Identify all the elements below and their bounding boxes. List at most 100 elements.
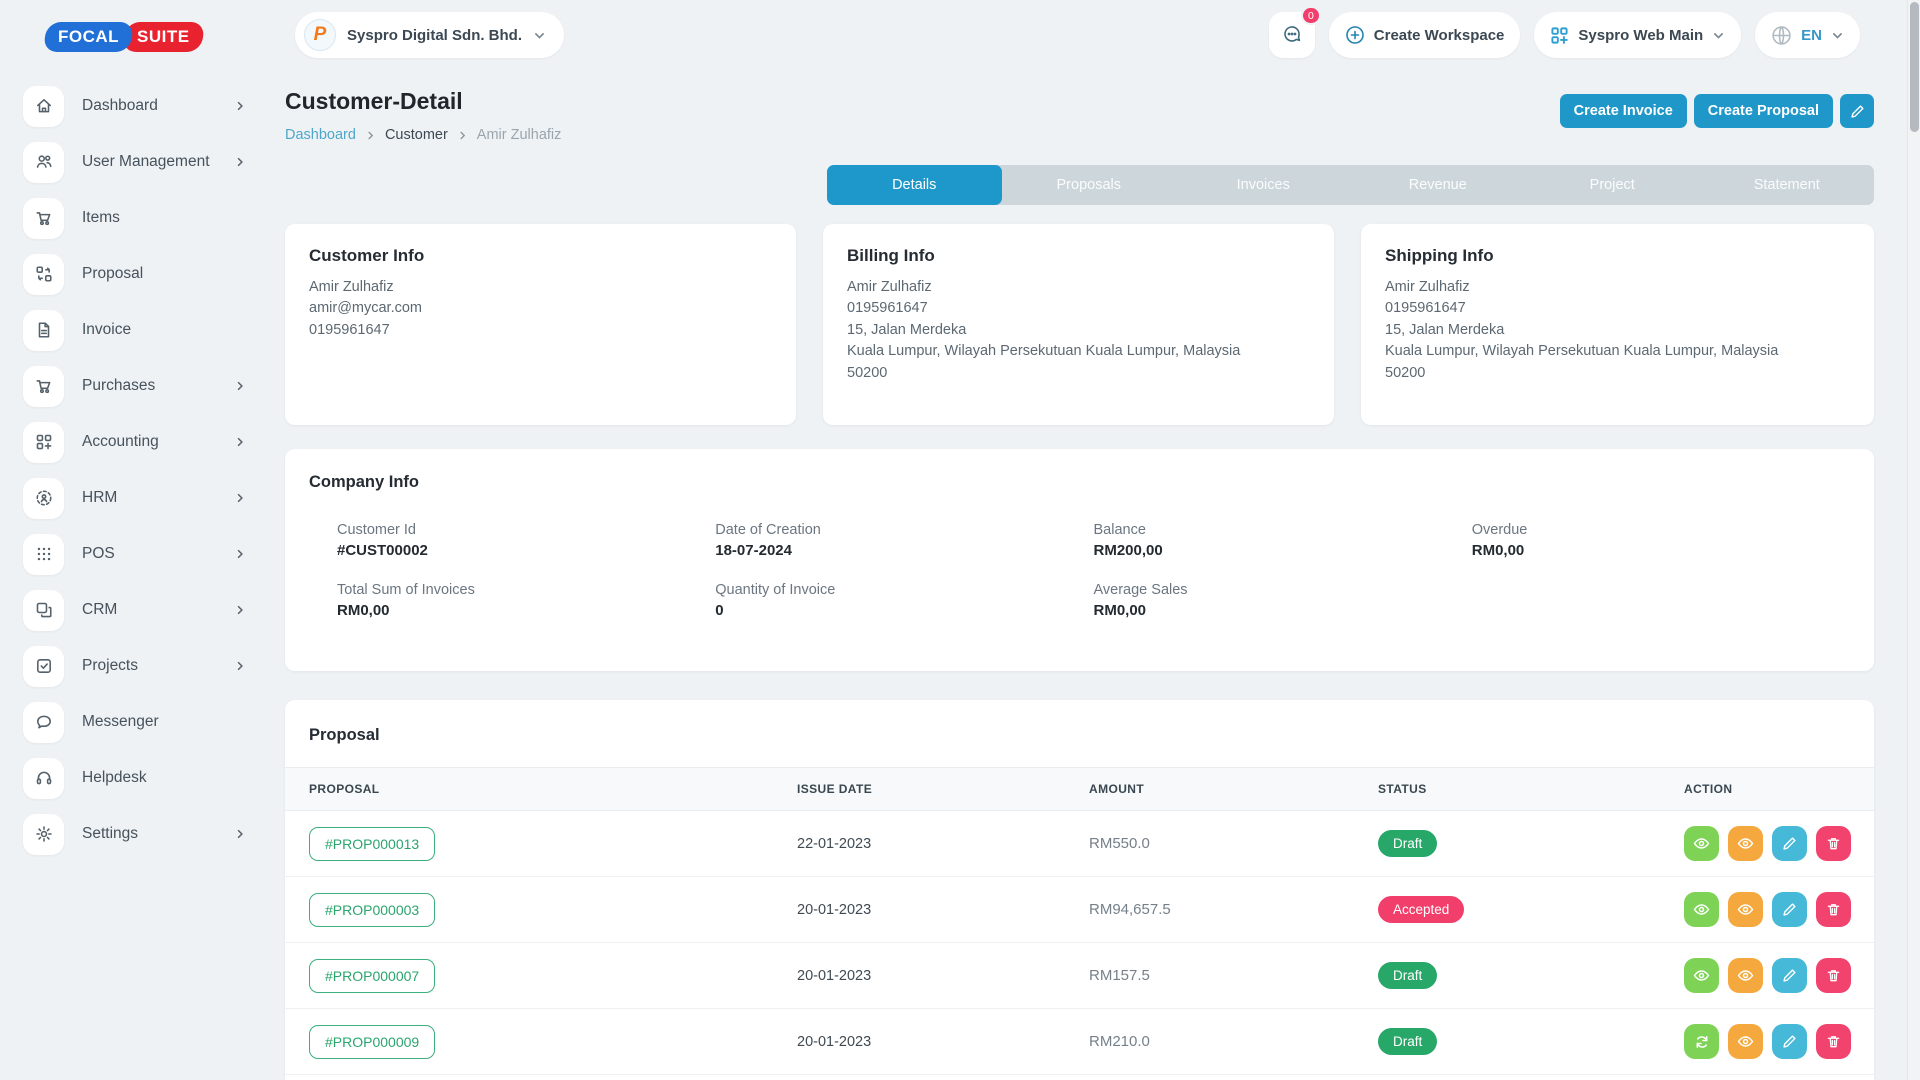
tab-details[interactable]: Details [827, 165, 1002, 205]
eye-icon [1737, 901, 1754, 918]
create-workspace-label: Create Workspace [1374, 27, 1505, 44]
sidebar-item-messenger[interactable]: Messenger [23, 694, 262, 750]
create-workspace-button[interactable]: Create Workspace [1329, 12, 1521, 58]
billing-street: 15, Jalan Merdeka [847, 320, 1310, 341]
delete-action-button[interactable] [1816, 1024, 1851, 1059]
chat-button[interactable]: 0 [1269, 12, 1315, 58]
preview-action-button[interactable] [1728, 892, 1763, 927]
logo-left-pill: FOCAL [43, 22, 134, 52]
shipping-phone: 0195961647 [1385, 298, 1850, 319]
sidebar-item-invoice[interactable]: Invoice [23, 302, 262, 358]
page-scrollbar[interactable] [1907, 0, 1920, 1080]
status-badge: Draft [1378, 830, 1437, 857]
tab-proposals[interactable]: Proposals [1002, 165, 1177, 205]
edit-action-button[interactable] [1772, 826, 1807, 861]
scrollbar-thumb[interactable] [1910, 2, 1919, 132]
col-amount: AMOUNT [1089, 768, 1378, 811]
tab-invoices[interactable]: Invoices [1176, 165, 1351, 205]
preview-action-button[interactable] [1728, 958, 1763, 993]
sidebar-item-purchases[interactable]: Purchases [23, 358, 262, 414]
app-switcher[interactable]: Syspro Web Main [1534, 12, 1741, 58]
chevron-down-icon [533, 29, 546, 42]
preview-action-button[interactable] [1728, 826, 1763, 861]
field-quantity-invoice: Quantity of Invoice 0 [715, 582, 1093, 619]
title-row: Customer-Detail Dashboard Customer Amir … [285, 88, 1874, 143]
convert-action-button[interactable] [1684, 1024, 1719, 1059]
workspace-selector[interactable]: P Syspro Digital Sdn. Bhd. [295, 12, 564, 58]
tab-revenue[interactable]: Revenue [1351, 165, 1526, 205]
field-balance: Balance RM200,00 [1094, 522, 1472, 559]
delete-action-button[interactable] [1816, 826, 1851, 861]
issue-date: 20-01-2023 [797, 943, 1089, 1009]
view-action-button[interactable] [1684, 892, 1719, 927]
shipping-street: 15, Jalan Merdeka [1385, 320, 1850, 341]
customer-info-card: Customer Info Amir Zulhafiz amir@mycar.c… [285, 224, 796, 425]
delete-action-button[interactable] [1816, 958, 1851, 993]
edit-action-button[interactable] [1772, 958, 1807, 993]
eye-icon [1693, 967, 1710, 984]
sidebar-item-dashboard[interactable]: Dashboard [23, 78, 262, 134]
breadcrumb-dashboard[interactable]: Dashboard [285, 127, 356, 143]
issue-date: 20-01-2023 [797, 1009, 1089, 1075]
language-selector[interactable]: EN [1755, 12, 1860, 58]
proposal-id-link[interactable]: #PROP000009 [309, 1025, 435, 1059]
tab-statement[interactable]: Statement [1700, 165, 1875, 205]
view-action-button[interactable] [1684, 826, 1719, 861]
eye-icon [1693, 835, 1710, 852]
row-actions [1684, 892, 1874, 927]
eye-icon [1737, 835, 1754, 852]
breadcrumb: Dashboard Customer Amir Zulhafiz [285, 127, 561, 143]
hrm-person-icon [23, 478, 64, 519]
sidebar-item-crm[interactable]: CRM [23, 582, 262, 638]
sidebar-item-items[interactable]: Items [23, 190, 262, 246]
status-badge: Draft [1378, 1028, 1437, 1055]
chat-badge: 0 [1301, 6, 1321, 25]
breadcrumb-customer[interactable]: Customer [385, 127, 448, 143]
sidebar-item-hrm[interactable]: HRM [23, 470, 262, 526]
sidebar-item-pos[interactable]: POS [23, 526, 262, 582]
topbar: FOCAL SUITE P Syspro Digital Sdn. Bhd. 0 [0, 0, 1920, 70]
sidebar: Dashboard User Management Items Proposal… [0, 78, 262, 1080]
table-header-row: PROPOSAL ISSUE DATE AMOUNT STATUS ACTION [285, 768, 1874, 811]
row-actions [1684, 826, 1874, 861]
pencil-icon [1782, 836, 1797, 851]
sidebar-item-settings[interactable]: Settings [23, 806, 262, 862]
create-proposal-button[interactable]: Create Proposal [1694, 94, 1833, 128]
edit-action-button[interactable] [1772, 1024, 1807, 1059]
sidebar-item-helpdesk[interactable]: Helpdesk [23, 750, 262, 806]
grid-plus-icon [1550, 26, 1569, 45]
app-root: FOCAL SUITE P Syspro Digital Sdn. Bhd. 0 [0, 0, 1920, 1080]
eye-icon [1737, 967, 1754, 984]
row-actions [1684, 1024, 1874, 1059]
sidebar-item-projects[interactable]: Projects [23, 638, 262, 694]
create-invoice-button[interactable]: Create Invoice [1560, 94, 1687, 128]
chat-icon [1280, 23, 1304, 47]
cart-icon [23, 198, 64, 239]
crm-icon [23, 590, 64, 631]
table-row: #PROP000013 22-01-2023 RM550.0 Draft [285, 811, 1874, 877]
edit-action-button[interactable] [1772, 892, 1807, 927]
delete-action-button[interactable] [1816, 892, 1851, 927]
proposal-id-link[interactable]: #PROP000013 [309, 827, 435, 861]
proposal-id-link[interactable]: #PROP000007 [309, 959, 435, 993]
preview-action-button[interactable] [1728, 1024, 1763, 1059]
shipping-info-card: Shipping Info Amir Zulhafiz 0195961647 1… [1361, 224, 1874, 425]
billing-name: Amir Zulhafiz [847, 277, 1310, 298]
view-action-button[interactable] [1684, 958, 1719, 993]
proposal-section-title: Proposal [309, 726, 1874, 745]
gear-icon [23, 814, 64, 855]
workspace-logo-icon: P [304, 19, 336, 51]
chevron-right-icon [234, 828, 246, 840]
proposal-section: Proposal PROPOSAL ISSUE DATE AMOUNT STAT… [285, 700, 1874, 1080]
edit-customer-button[interactable] [1840, 94, 1874, 128]
sidebar-item-proposal[interactable]: Proposal [23, 246, 262, 302]
tab-project[interactable]: Project [1525, 165, 1700, 205]
app-switcher-label: Syspro Web Main [1578, 27, 1703, 44]
billing-info-card: Billing Info Amir Zulhafiz 0195961647 15… [823, 224, 1334, 425]
sidebar-item-user-management[interactable]: User Management [23, 134, 262, 190]
company-info-grid: Customer Id #CUST00002 Date of Creation … [337, 522, 1850, 619]
shipping-postcode: 50200 [1385, 363, 1850, 384]
chevron-right-icon [234, 492, 246, 504]
sidebar-item-accounting[interactable]: Accounting [23, 414, 262, 470]
proposal-id-link[interactable]: #PROP000003 [309, 893, 435, 927]
